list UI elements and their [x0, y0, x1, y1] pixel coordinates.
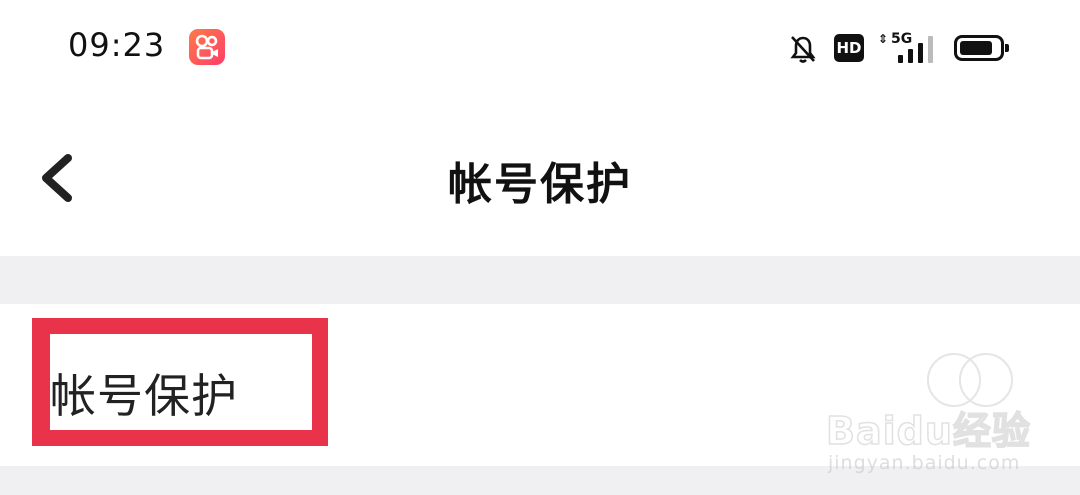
- battery-icon: [954, 35, 1009, 61]
- bell-off-icon: [789, 34, 817, 68]
- page-title: 帐号保护: [448, 159, 632, 210]
- section-divider: [0, 256, 1080, 304]
- status-time: 09:23: [68, 26, 166, 64]
- paw-icon: [927, 353, 1013, 407]
- network-activity-icon: ⇕: [878, 32, 889, 46]
- status-bar: 09:23 HD ⇕ 5G: [0, 0, 1080, 100]
- signal-bars-icon: [896, 35, 936, 63]
- watermark-logo: Baidu经验: [825, 408, 1031, 454]
- highlight-annotation-box: [32, 318, 328, 446]
- nav-bar: 帐号保护: [0, 100, 1080, 256]
- hd-badge: HD: [834, 34, 864, 62]
- baidu-watermark: Baidu经验 jingyan.baidu.com: [825, 348, 1036, 478]
- kuaishou-app-icon: [189, 29, 225, 65]
- watermark-url: jingyan.baidu.com: [828, 452, 1021, 474]
